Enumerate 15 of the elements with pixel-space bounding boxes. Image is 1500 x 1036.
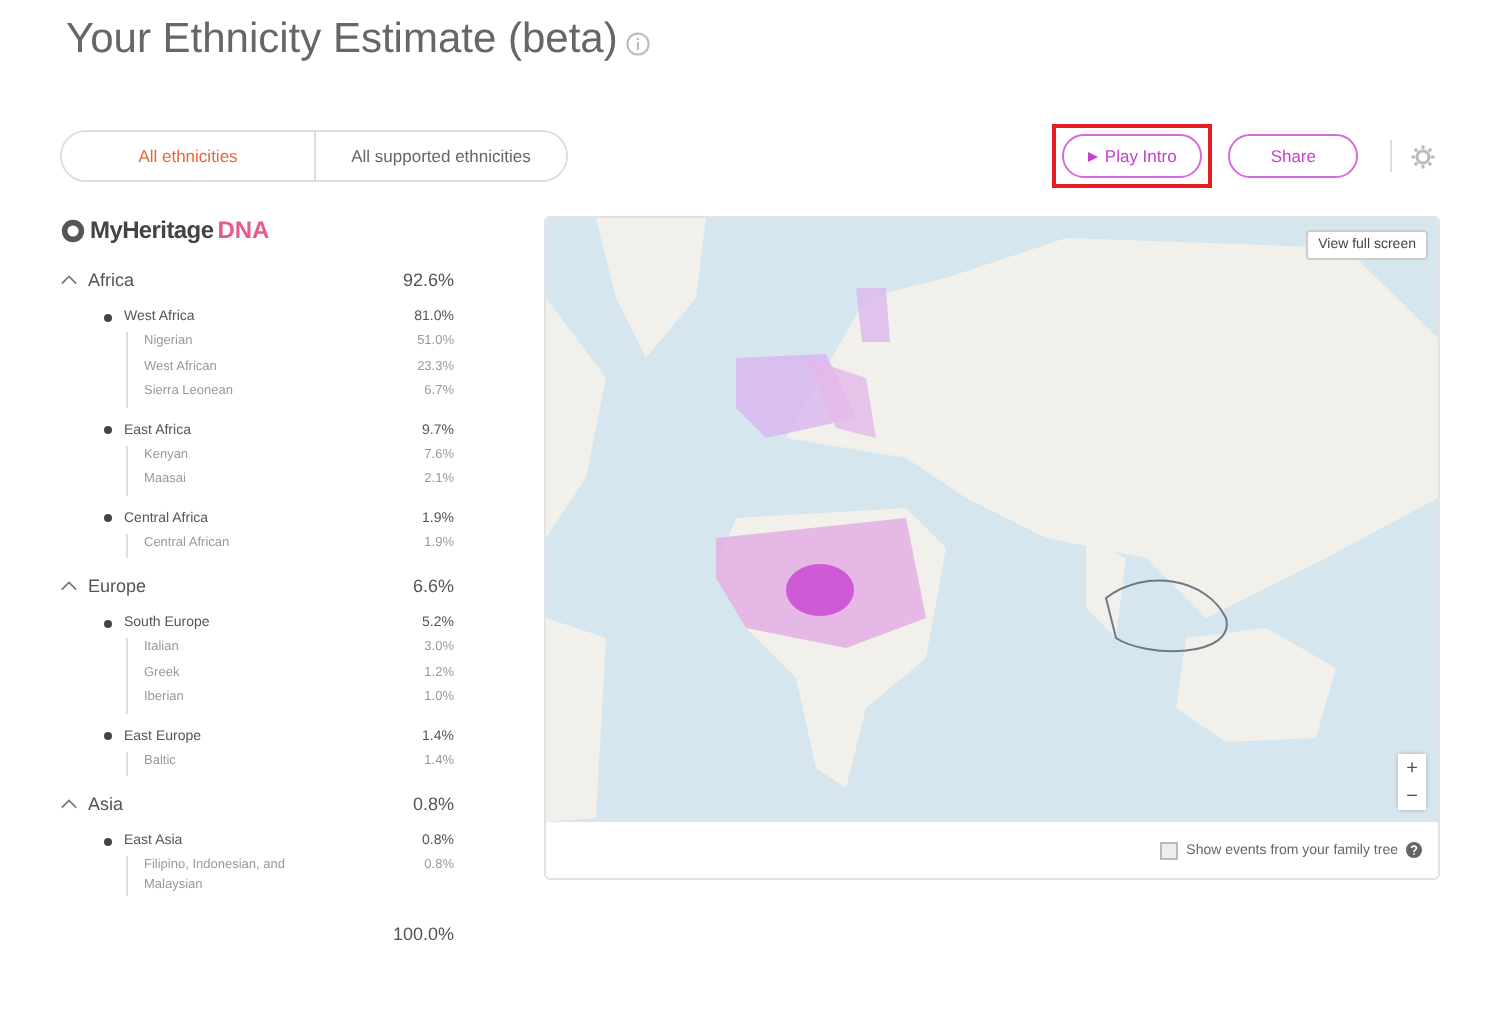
logo-text: MyHeritage xyxy=(90,216,214,244)
logo-suffix: DNA xyxy=(217,216,270,244)
zoom-out-button[interactable]: − xyxy=(1398,782,1426,810)
region-name[interactable]: Africa xyxy=(88,270,403,290)
region-name[interactable]: Europe xyxy=(88,576,413,596)
page-title: Your Ethnicity Estimate (beta) xyxy=(66,16,618,64)
zoom-in-button[interactable]: + xyxy=(1398,754,1426,782)
action-button[interactable]: Play Intro xyxy=(1062,134,1203,178)
tab[interactable]: All supported ethnicities xyxy=(314,132,566,180)
region-percent: 92.6% xyxy=(402,270,454,290)
total-percent: 100.0% xyxy=(390,924,454,944)
region-percent: 0.8% xyxy=(412,794,454,814)
region-name[interactable]: Asia xyxy=(88,794,413,814)
action-button[interactable]: Share xyxy=(1228,134,1358,178)
region-percent: 6.6% xyxy=(412,576,454,596)
